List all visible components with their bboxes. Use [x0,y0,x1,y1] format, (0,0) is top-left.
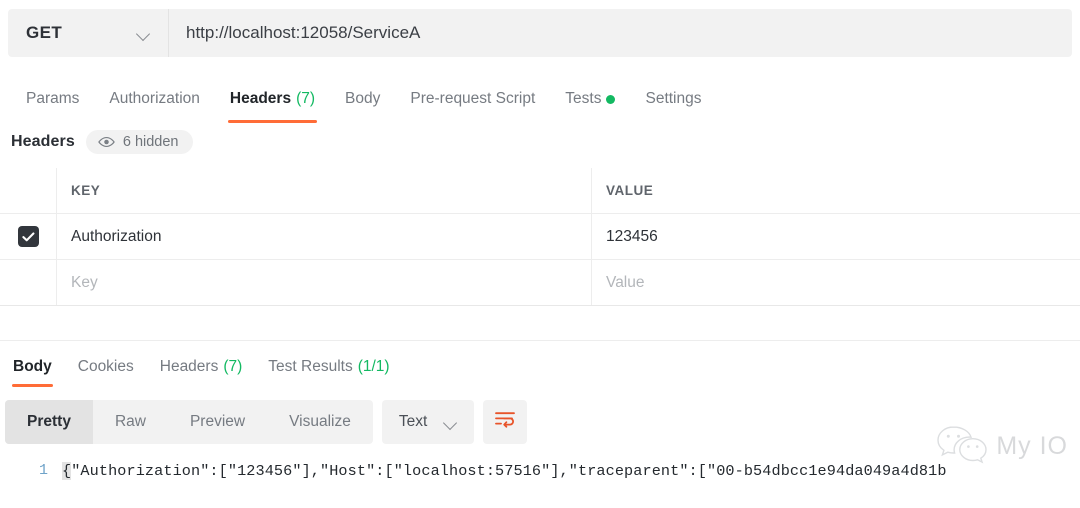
code-line: 1 {"Authorization":["123456"],"Host":["l… [0,458,1080,484]
column-header-key: KEY [71,183,101,198]
tests-status-dot-icon [606,94,616,104]
line-number: 1 [38,462,48,479]
header-cell-value: VALUE [592,168,1080,213]
format-label: Preview [189,413,246,430]
table-header-row: KEY VALUE [0,168,1080,214]
new-row-key-input[interactable]: Key [57,260,592,305]
code-content: {"Authorization":["123456"],"Host":["loc… [62,458,947,484]
tab-label: Params [26,90,80,107]
tab-label: Test Results [268,358,353,375]
active-tab-underline [12,384,53,387]
headers-table: KEY VALUE Authorization 123456 Key Value [0,168,1080,306]
table-row: Authorization 123456 [0,214,1080,260]
response-tab-bar: Body Cookies Headers (7) Test Results (1… [0,352,1080,387]
tab-label: Headers [159,358,219,375]
table-row-new: Key Value [0,260,1080,306]
tab-label: Headers [229,90,292,107]
new-row-checkbox-cell [0,260,57,305]
tab-authorization[interactable]: Authorization [94,82,214,116]
format-visualize-button[interactable]: Visualize [267,400,373,444]
hidden-headers-label: 6 hidden [122,134,179,150]
http-method-select[interactable]: GET [8,9,169,57]
tab-tests[interactable]: Tests [550,82,630,116]
response-type-label: Text [398,413,428,430]
pane-divider[interactable] [0,340,1080,341]
response-tab-body[interactable]: Body [0,352,65,387]
word-wrap-button[interactable] [483,400,528,444]
format-segmented-control: Pretty Raw Preview Visualize [5,400,373,444]
tab-settings[interactable]: Settings [630,82,716,116]
active-tab-underline [227,120,318,123]
format-pretty-button[interactable]: Pretty [5,400,93,444]
tab-label: Cookies [77,358,134,375]
format-label: Visualize [289,413,351,430]
row-value-cell[interactable]: 123456 [592,214,1080,259]
matched-brace: { [62,462,72,480]
tab-label: Authorization [109,90,200,107]
row-key-text: Authorization [71,227,162,245]
response-tab-headers[interactable]: Headers (7) [147,352,256,382]
word-wrap-icon [494,410,516,434]
format-raw-button[interactable]: Raw [93,400,168,444]
tab-label: Settings [645,90,702,107]
row-key-cell[interactable]: Authorization [57,214,592,259]
tab-body[interactable]: Body [330,82,395,116]
tab-count: (7) [223,358,243,375]
response-format-toolbar: Pretty Raw Preview Visualize Text [5,400,528,444]
http-method-label: GET [26,23,63,42]
watermark-text: My IO [996,432,1068,460]
chevron-down-icon [137,29,150,37]
response-tab-cookies[interactable]: Cookies [65,352,147,382]
column-header-value: VALUE [606,183,654,198]
header-cell-check [0,168,57,213]
format-preview-button[interactable]: Preview [168,400,267,444]
url-bar: GET http://localhost:12058/ServiceA [8,9,1072,57]
eye-icon [98,136,115,148]
tab-label: Body [13,358,52,375]
new-row-value-input[interactable]: Value [592,260,1080,305]
tab-count: (1/1) [357,358,390,375]
format-label: Pretty [27,413,71,430]
request-tab-bar: Params Authorization Headers (7) Body Pr… [0,82,1080,123]
format-label: Raw [114,413,146,430]
tab-params[interactable]: Params [11,82,94,116]
headers-subheader: Headers 6 hidden [11,130,193,154]
response-body-code[interactable]: 1 {"Authorization":["123456"],"Host":["l… [0,458,1080,508]
headers-title: Headers [11,133,75,150]
tab-pre-request-script[interactable]: Pre-request Script [395,82,550,116]
tab-label: Tests [565,90,602,107]
tab-label: Pre-request Script [410,90,536,107]
url-input[interactable]: http://localhost:12058/ServiceA [169,9,1072,57]
new-row-value-placeholder: Value [606,273,645,291]
new-row-key-placeholder: Key [71,273,98,291]
response-tab-test-results[interactable]: Test Results (1/1) [255,352,402,382]
header-cell-key: KEY [57,168,592,213]
chevron-down-icon [444,418,457,426]
hidden-headers-toggle[interactable]: 6 hidden [85,130,193,154]
code-content-text: "Authorization":["123456"],"Host":["loca… [71,462,947,480]
response-type-select[interactable]: Text [381,400,475,444]
tab-count: (7) [296,90,316,107]
row-value-text: 123456 [606,227,658,245]
row-checkbox-cell [0,214,57,259]
tab-headers[interactable]: Headers (7) [215,82,330,123]
postman-request-response-view: GET http://localhost:12058/ServiceA Para… [0,0,1080,508]
row-checkbox[interactable] [17,226,39,247]
tab-label: Body [345,90,381,107]
